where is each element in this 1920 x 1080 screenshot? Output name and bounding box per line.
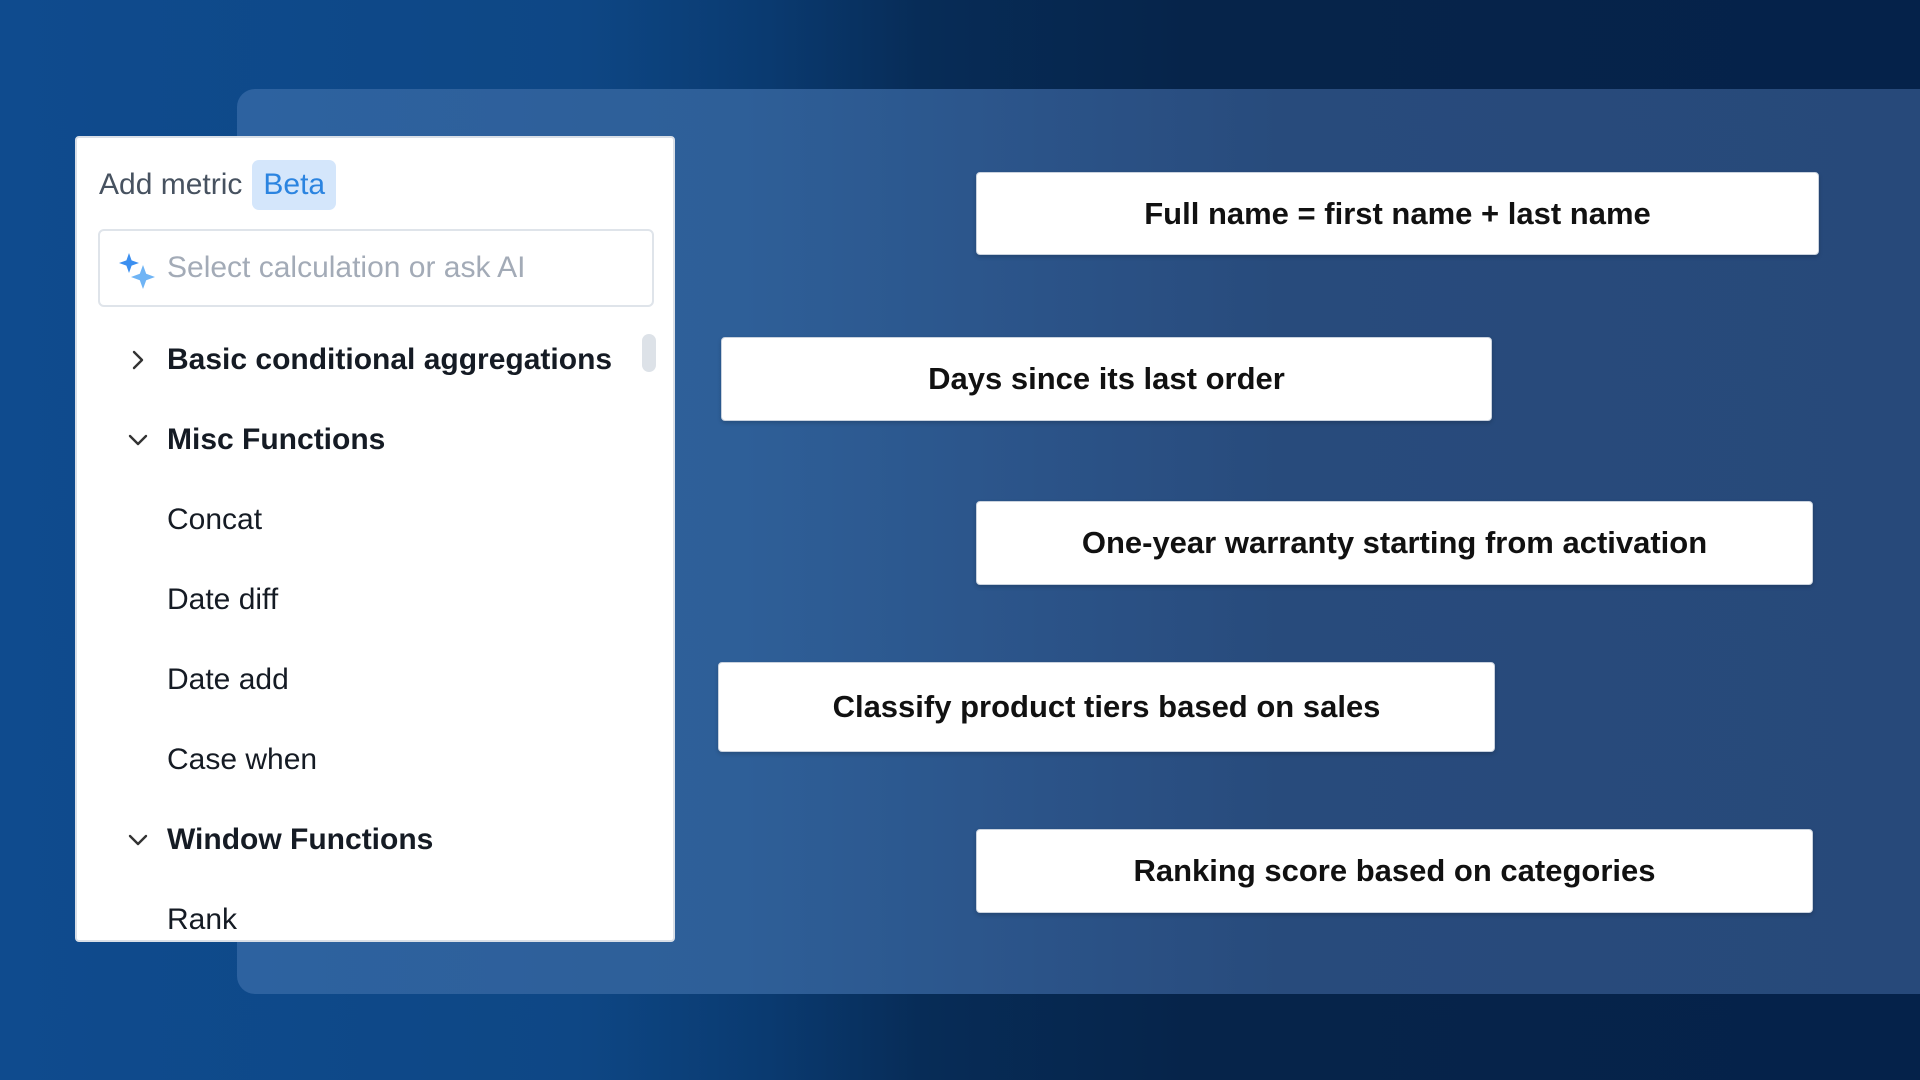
function-label: Date diff — [167, 583, 279, 616]
function-item-date-add[interactable]: Date add — [77, 640, 657, 720]
beta-badge: Beta — [252, 160, 337, 210]
function-item-date-diff[interactable]: Date diff — [77, 560, 657, 640]
function-item-rank[interactable]: Rank — [77, 880, 657, 940]
group-label: Basic conditional aggregations — [167, 343, 613, 376]
calculation-search-input[interactable] — [167, 239, 627, 297]
example-chip-warranty: One-year warranty starting from activati… — [976, 501, 1813, 585]
group-label: Misc Functions — [167, 423, 386, 456]
chevron-right-icon — [132, 350, 144, 370]
example-chip-product-tiers: Classify product tiers based on sales — [718, 662, 1495, 752]
example-chip-ranking-score: Ranking score based on categories — [976, 829, 1813, 913]
function-item-concat[interactable]: Concat — [77, 480, 657, 560]
group-window-functions[interactable]: Window Functions — [77, 800, 657, 880]
scrollbar-thumb[interactable] — [642, 334, 656, 372]
chevron-down-icon — [128, 434, 148, 446]
group-misc-functions[interactable]: Misc Functions — [77, 400, 657, 480]
panel-header: Add metric Beta — [99, 160, 337, 210]
group-label: Window Functions — [167, 823, 434, 856]
function-label: Rank — [167, 903, 238, 936]
add-metric-panel: Add metric Beta Basic conditional aggreg… — [75, 136, 675, 942]
group-basic-conditional-aggregations[interactable]: Basic conditional aggregations — [77, 320, 657, 400]
function-item-case-when[interactable]: Case when — [77, 720, 657, 800]
function-label: Case when — [167, 743, 318, 776]
function-label: Date add — [167, 663, 289, 696]
chevron-down-icon — [128, 834, 148, 846]
calculation-search-box[interactable] — [98, 229, 654, 307]
function-label: Concat — [167, 503, 263, 536]
example-chip-days-since-order: Days since its last order — [721, 337, 1492, 421]
sparkle-icon — [119, 253, 155, 289]
example-chip-full-name: Full name = first name + last name — [976, 172, 1819, 255]
panel-title: Add metric — [99, 168, 243, 201]
